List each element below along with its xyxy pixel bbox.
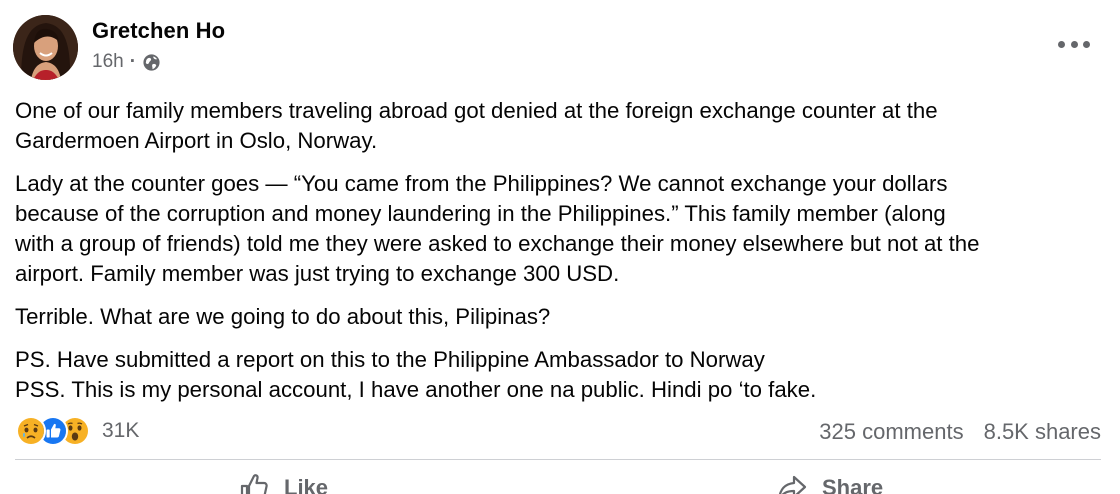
post-paragraph: One of our family members traveling abro… xyxy=(15,98,938,153)
like-button[interactable]: Like xyxy=(238,472,328,494)
post-paragraph: PS. Have submitted a report on this to t… xyxy=(15,347,817,402)
post-paragraph: Lady at the counter goes — “You came fro… xyxy=(15,171,980,286)
share-label: Share xyxy=(822,475,884,494)
author-name[interactable]: Gretchen Ho xyxy=(92,18,225,44)
shares-count[interactable]: 8.5K shares xyxy=(984,419,1101,445)
avatar[interactable] xyxy=(13,15,78,80)
share-arrow-icon xyxy=(778,475,807,494)
profile-photo-icon xyxy=(13,15,78,80)
reaction-count[interactable]: 31K xyxy=(102,419,139,443)
globe-icon[interactable] xyxy=(142,53,161,72)
comments-count[interactable]: 325 comments xyxy=(819,419,963,445)
more-horizontal-icon xyxy=(1058,40,1065,48)
divider xyxy=(15,459,1101,460)
post-text: One of our family members traveling abro… xyxy=(15,96,1110,418)
reaction-summary[interactable]: 31K xyxy=(16,416,139,446)
like-label: Like xyxy=(284,475,329,494)
meta-separator: · xyxy=(129,51,137,72)
engagement-stats: 325 comments 8.5K shares xyxy=(819,419,1101,445)
timestamp[interactable]: 16h xyxy=(92,51,124,73)
post-meta: 16h · xyxy=(92,51,161,73)
facebook-post: Gretchen Ho 16h · One of our family memb… xyxy=(0,0,1120,494)
thumbs-up-icon xyxy=(240,474,268,494)
more-horizontal-icon-dot xyxy=(1083,40,1090,48)
more-options-button[interactable] xyxy=(1058,33,1090,55)
share-button[interactable]: Share xyxy=(776,472,883,494)
more-horizontal-icon-dot xyxy=(1070,40,1078,48)
sad-reaction-icon xyxy=(16,416,46,446)
post-paragraph: Terrible. What are we going to do about … xyxy=(15,304,551,329)
